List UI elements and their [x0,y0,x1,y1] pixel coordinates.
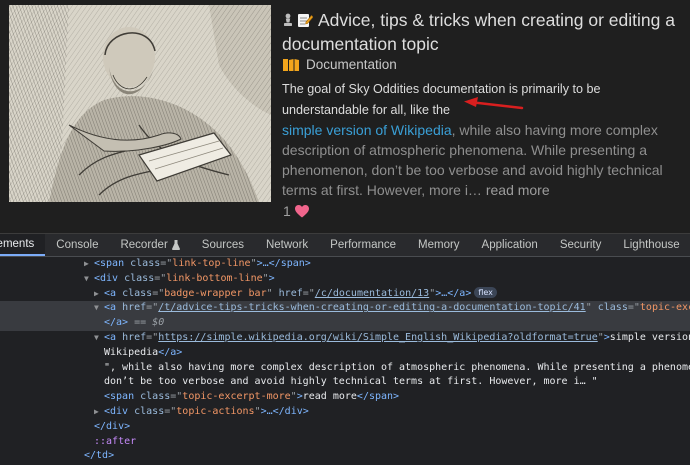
dom-text-node[interactable]: Wikipedia</a> [0,346,690,361]
dom-node-span-read-more[interactable]: <span class="topic-excerpt-more">read mo… [0,390,690,405]
tab-lighthouse[interactable]: Lighthouse [612,234,690,256]
dom-node-div-close[interactable]: </div> [0,420,690,435]
memo-pencil-icon [298,14,313,27]
topic-title-link[interactable]: Advice, tips & tricks when creating or e… [282,8,682,56]
tab-sources[interactable]: Sources [191,234,255,256]
tab-console[interactable]: Console [45,234,109,256]
expand-triangle-icon[interactable]: ▶ [94,287,104,302]
heart-icon[interactable] [294,204,309,218]
category-badge-icon [283,58,299,71]
elements-tree: ▶ <span class="link-top-line">…</span> ▼ <… [0,257,690,465]
dom-node-a-close[interactable]: </a> == $0 [0,316,690,331]
simple-wikipedia-link[interactable]: simple version of Wikipedia [282,122,452,138]
tab-performance[interactable]: Performance [319,234,407,256]
topic-thumbnail[interactable] [9,5,271,202]
tab-security[interactable]: Security [549,234,613,256]
dom-node-a-badge[interactable]: ▶ <a class="badge-wrapper bar" href="/c/d… [0,286,690,302]
collapse-triangle-icon[interactable]: ▼ [94,301,104,316]
annotation-arrow [464,97,524,110]
read-more-link[interactable]: read more [486,182,550,198]
dom-node-div-actions[interactable]: ▶ <div class="topic-actions">…</div> [0,405,690,420]
like-count-number: 1 [283,203,291,219]
tab-elements[interactable]: lements [0,234,46,256]
flex-badge[interactable]: flex [474,286,497,298]
tab-recorder[interactable]: Recorder [109,234,190,256]
engraving-image [9,5,271,202]
dom-text-node[interactable]: ", while also having more complex descri… [0,361,690,376]
category-name[interactable]: Documentation [306,57,397,72]
dom-text-node[interactable]: don’t be too verbose and avoid highly te… [0,375,690,390]
collapse-triangle-icon[interactable]: ▼ [94,331,104,346]
category-badge[interactable]: Documentation [283,57,397,72]
chess-pawn-icon [284,13,292,26]
dom-node-a-wikipedia[interactable]: ▼ <a href="https://simple.wikipedia.org/w… [0,331,690,346]
dom-node-div[interactable]: ▼ <div class="link-bottom-line"> [0,272,690,287]
topic-title-text[interactable]: Advice, tips & tricks when creating or e… [282,10,675,54]
tab-network[interactable]: Network [255,234,319,256]
tab-memory[interactable]: Memory [407,234,471,256]
expand-triangle-icon[interactable]: ▶ [94,405,104,420]
excerpt-lead-text: The goal of Sky Oddities documentation i… [282,82,601,117]
dom-pseudo-after[interactable]: ::after [0,435,690,450]
dom-node-a-selected[interactable]: ▼ <a href="/t/advice-tips-tricks-when-cre… [0,301,690,317]
devtools-tab-bar: lements Console Recorder Sources Network… [0,233,690,257]
dom-node-td-close[interactable]: </td> [0,449,690,464]
expand-triangle-icon[interactable]: ▶ [84,257,94,272]
topic-list-item: Advice, tips & tricks when creating or e… [0,0,690,233]
flask-icon [171,240,180,250]
collapse-triangle-icon[interactable]: ▼ [84,272,94,287]
tab-application[interactable]: Application [471,234,549,256]
like-count[interactable]: 1 [283,203,309,219]
dom-node-span[interactable]: ▶ <span class="link-top-line">…</span> [0,257,690,272]
